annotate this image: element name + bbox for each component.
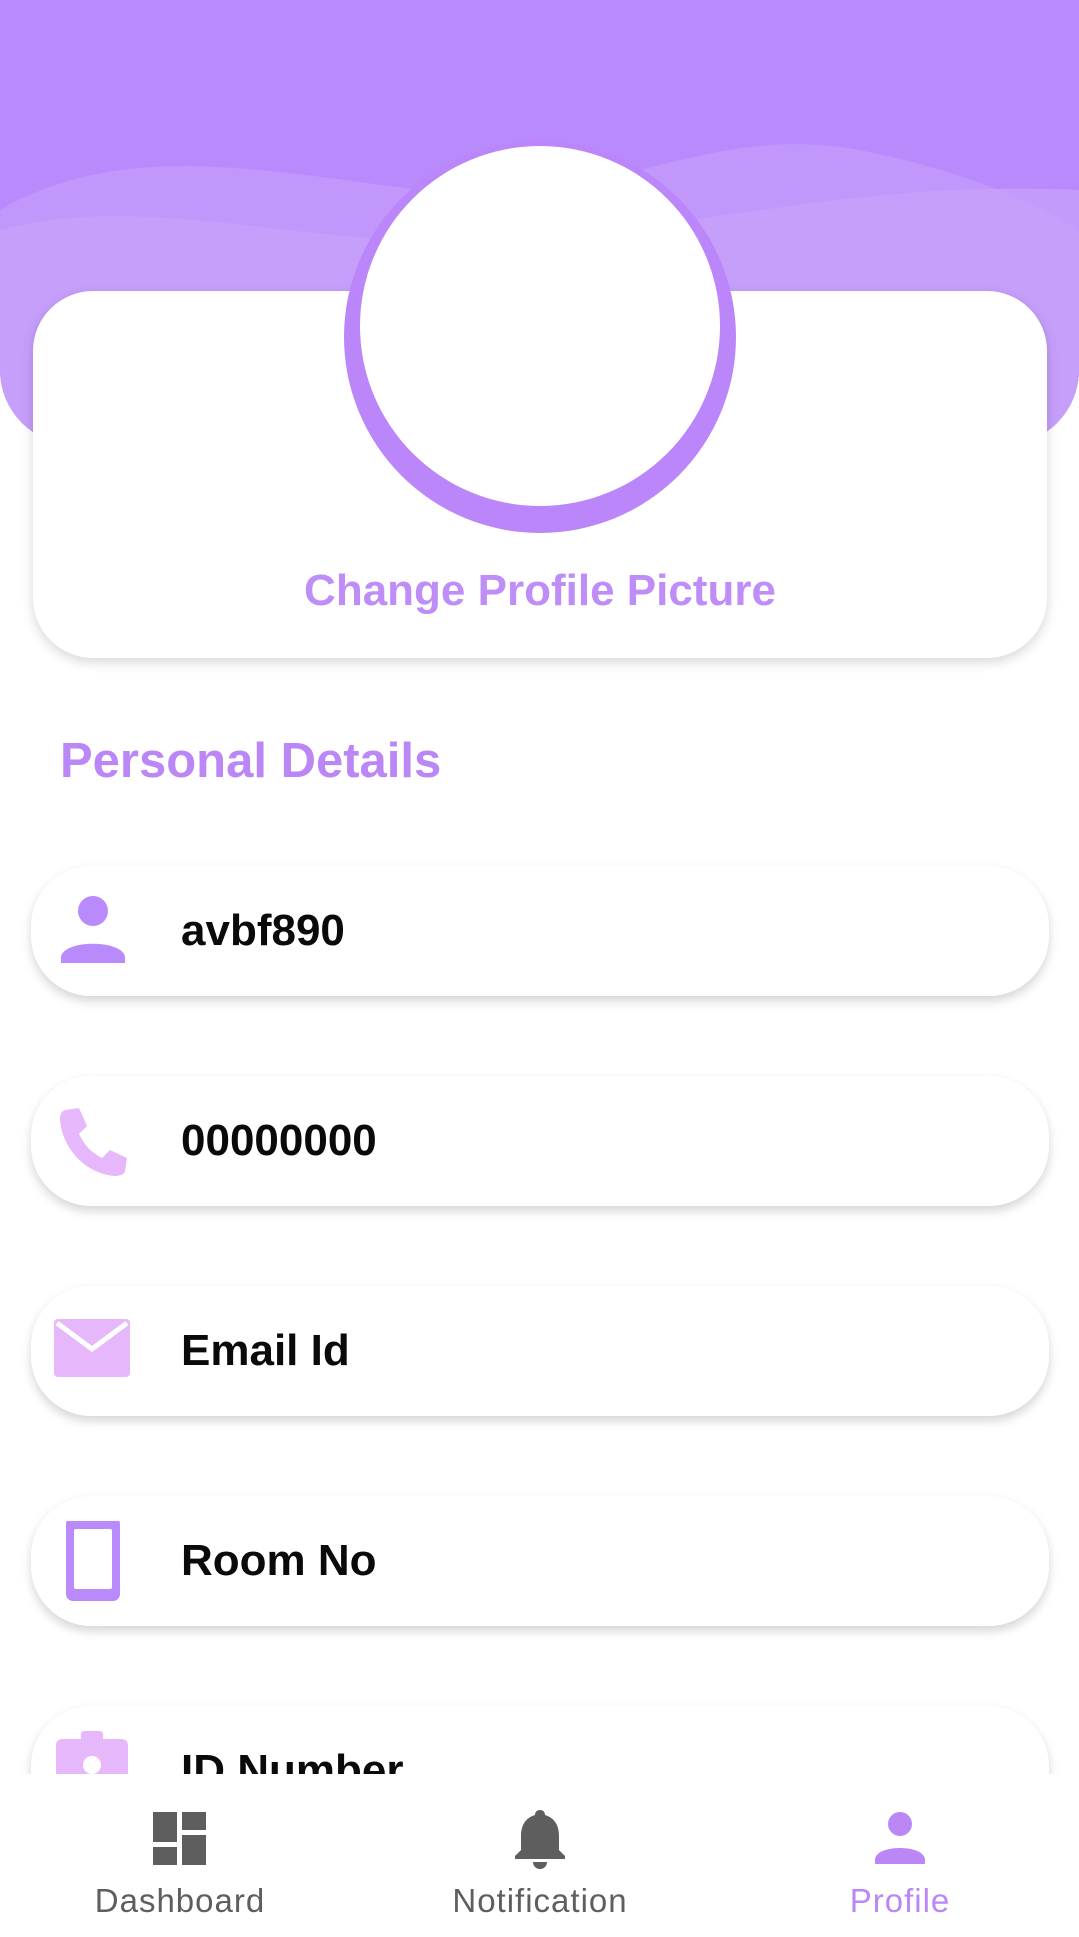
room-number-value: Room No	[181, 1536, 377, 1585]
nav-notification-label: Notification	[452, 1882, 628, 1919]
phone-value: 00000000	[181, 1116, 377, 1165]
mail-icon	[53, 1311, 133, 1391]
email-value: Email Id	[181, 1326, 350, 1375]
username-value: avbf890	[181, 906, 345, 955]
person-icon	[53, 891, 133, 971]
nav-profile-label: Profile	[849, 1882, 951, 1919]
tablet-icon	[53, 1517, 133, 1601]
bell-icon	[505, 1804, 575, 1874]
change-profile-picture-link[interactable]: Change Profile Picture	[33, 566, 1047, 616]
room-number-field[interactable]: Room No	[31, 1496, 1049, 1626]
email-field[interactable]: Email Id	[31, 1286, 1049, 1416]
nav-dashboard-label: Dashboard	[94, 1882, 266, 1919]
nav-notification[interactable]: Notification	[390, 1774, 690, 1937]
phone-field[interactable]: 00000000	[31, 1076, 1049, 1206]
username-field[interactable]: avbf890	[31, 866, 1049, 996]
nav-profile[interactable]: Profile	[750, 1774, 1050, 1937]
person-icon	[865, 1804, 935, 1874]
personal-details-heading: Personal Details	[60, 734, 442, 788]
bottom-navigation: Dashboard Notification Profile	[0, 1774, 1079, 1937]
nav-dashboard[interactable]: Dashboard	[30, 1774, 330, 1937]
avatar[interactable]	[360, 146, 720, 506]
dashboard-icon	[145, 1804, 215, 1874]
phone-icon	[53, 1101, 133, 1181]
